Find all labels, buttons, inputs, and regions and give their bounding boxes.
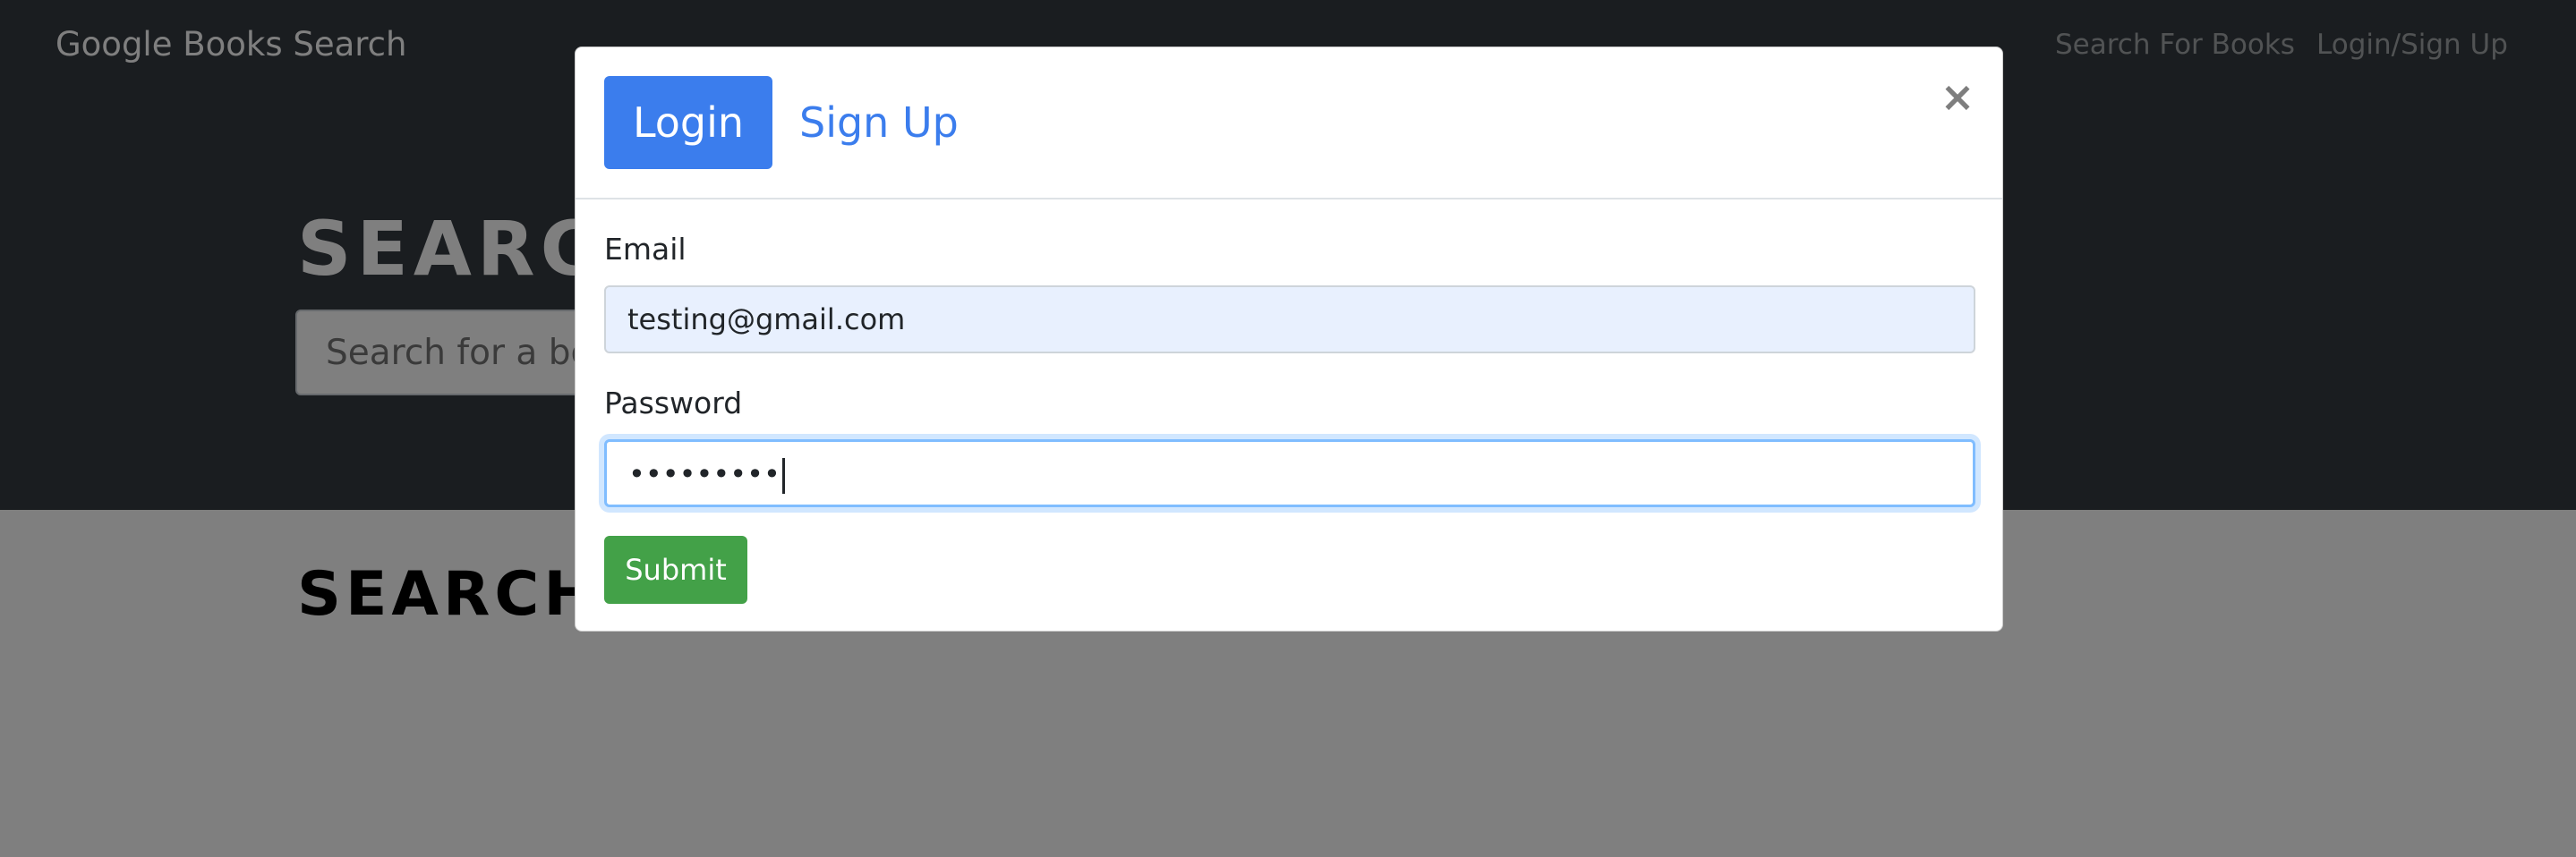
email-value: testing@gmail.com [627, 302, 906, 336]
password-label: Password [604, 386, 743, 420]
page: Google Books Search Search For Books Log… [0, 0, 2576, 857]
login-modal: Login Sign Up × Email testing@gmail.com … [575, 47, 2003, 632]
password-field[interactable]: ••••••••• [604, 439, 1975, 507]
submit-button[interactable]: Submit [604, 536, 747, 604]
close-icon[interactable]: × [1940, 74, 1975, 119]
email-label: Email [604, 232, 687, 267]
password-value: ••••••••• [628, 457, 780, 491]
text-caret [781, 458, 785, 494]
modal-header: Login Sign Up × [576, 47, 2002, 199]
tab-signup[interactable]: Sign Up [799, 76, 959, 169]
tab-login[interactable]: Login [604, 76, 772, 169]
email-field[interactable]: testing@gmail.com [604, 285, 1975, 353]
